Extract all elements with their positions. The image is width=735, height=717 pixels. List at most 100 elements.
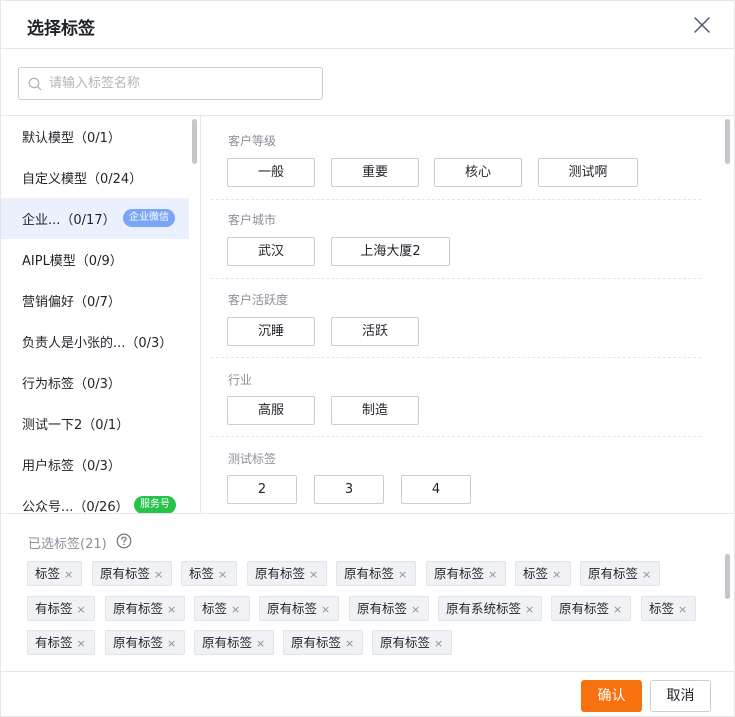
category-label: 默认模型（0/1）: [22, 131, 121, 146]
tag-group-title: 行业: [228, 373, 253, 387]
group-divider: [211, 199, 701, 200]
selected-tag-chip: 有标签 ×: [27, 596, 95, 621]
selected-tag-chip: 原有标签 ×: [551, 596, 631, 621]
remove-chip-icon[interactable]: ×: [434, 632, 443, 655]
category-item[interactable]: AIPL模型（0/9）: [1, 239, 189, 280]
tag-group-title: 客户等级: [228, 134, 277, 148]
remove-chip-icon[interactable]: ×: [552, 563, 561, 586]
category-label: AIPL模型（0/9）: [22, 254, 123, 269]
chip-label: 原有标签: [357, 601, 408, 616]
remove-chip-icon[interactable]: ×: [154, 563, 163, 586]
remove-chip-icon[interactable]: ×: [77, 598, 86, 621]
selected-tag-chip: 原有标签 ×: [580, 561, 660, 586]
tag-option[interactable]: 制造: [331, 396, 419, 425]
search-box: [18, 67, 323, 100]
tag-option[interactable]: 重要: [331, 158, 419, 187]
category-label: 行为标签（0/3）: [22, 377, 121, 392]
remove-chip-icon[interactable]: ×: [167, 598, 176, 621]
close-icon[interactable]: [691, 14, 713, 36]
tag-option[interactable]: 沉睡: [227, 317, 315, 346]
remove-chip-icon[interactable]: ×: [613, 598, 622, 621]
category-label: 企业...（0/17）: [22, 213, 116, 228]
selected-tag-chip: 原有标签 ×: [105, 596, 185, 621]
category-item[interactable]: 公众号...（0/26） 服务号: [1, 485, 189, 513]
category-item-selected[interactable]: 企业...（0/17） 企业微信: [1, 198, 189, 239]
selected-tag-chip: 标签 ×: [194, 596, 250, 621]
category-item[interactable]: 测试一下2（0/1）: [1, 403, 189, 444]
chip-label: 原有标签: [588, 566, 639, 581]
category-label: 自定义模型（0/24）: [22, 172, 143, 187]
category-label: 测试一下2（0/1）: [22, 418, 130, 433]
chip-label: 有标签: [35, 601, 73, 616]
category-item[interactable]: 负责人是小张的...（0/3）: [1, 321, 189, 362]
remove-chip-icon[interactable]: ×: [678, 598, 687, 621]
chip-label: 原有系统标签: [446, 601, 522, 616]
chip-label: 原有标签: [291, 635, 342, 650]
tag-option[interactable]: 高服: [227, 396, 315, 425]
chip-label: 标签: [189, 566, 215, 581]
selected-tag-chip: 原有系统标签 ×: [438, 596, 542, 621]
group-divider: [211, 357, 701, 358]
remove-chip-icon[interactable]: ×: [398, 563, 407, 586]
selected-tag-chip: 原有标签 ×: [194, 630, 274, 655]
chip-label: 有标签: [35, 635, 73, 650]
category-label: 公众号...（0/26）: [22, 500, 129, 513]
chip-label: 原有标签: [255, 566, 306, 581]
remove-chip-icon[interactable]: ×: [525, 598, 534, 621]
tag-option[interactable]: 测试啊: [538, 158, 638, 187]
selected-tag-chip: 原有标签 ×: [247, 561, 327, 586]
tag-option[interactable]: 一般: [227, 158, 315, 187]
remove-chip-icon[interactable]: ×: [77, 632, 86, 655]
chip-label: 原有标签: [100, 566, 151, 581]
help-circle-icon[interactable]: [116, 533, 132, 549]
category-item[interactable]: 营销偏好（0/7）: [1, 280, 189, 321]
chip-label: 原有标签: [344, 566, 395, 581]
category-item[interactable]: 自定义模型（0/24）: [1, 157, 189, 198]
chip-label: 原有标签: [113, 635, 164, 650]
selected-tags-scrollbar[interactable]: [725, 554, 730, 599]
chip-label: 原有标签: [559, 601, 610, 616]
tag-option[interactable]: 核心: [434, 158, 522, 187]
remove-chip-icon[interactable]: ×: [256, 632, 265, 655]
remove-chip-icon[interactable]: ×: [309, 563, 318, 586]
remove-chip-icon[interactable]: ×: [218, 563, 227, 586]
remove-chip-icon[interactable]: ×: [345, 632, 354, 655]
selected-tag-chip: 标签 ×: [27, 561, 82, 586]
remove-chip-icon[interactable]: ×: [231, 598, 240, 621]
chip-label: 标签: [35, 566, 61, 581]
selected-tag-chip: 原有标签 ×: [92, 561, 172, 586]
remove-chip-icon[interactable]: ×: [642, 563, 651, 586]
tag-option[interactable]: 2: [227, 475, 297, 504]
tag-panel-scrollbar[interactable]: [725, 119, 730, 164]
selected-tag-chip: 原有标签 ×: [283, 630, 363, 655]
chip-label: 原有标签: [380, 635, 431, 650]
category-item[interactable]: 行为标签（0/3）: [1, 362, 189, 403]
category-item[interactable]: 默认模型（0/1）: [1, 116, 189, 157]
selected-tag-chip: 原有标签 ×: [372, 630, 452, 655]
remove-chip-icon[interactable]: ×: [321, 598, 330, 621]
search-input[interactable]: [49, 69, 319, 98]
tag-option[interactable]: 上海大厦2: [331, 237, 450, 266]
tag-groups-panel: 客户等级 一般 重要 核心 测试啊 客户城市 武汉 上海大厦2 客户活跃度 沉睡…: [202, 116, 734, 513]
category-list: 默认模型（0/1） 自定义模型（0/24） 企业...（0/17） 企业微信 A…: [1, 116, 201, 513]
remove-chip-icon[interactable]: ×: [167, 632, 176, 655]
category-list-scrollbar[interactable]: [192, 119, 197, 164]
chip-label: 标签: [649, 601, 675, 616]
tag-group-title: 客户活跃度: [228, 293, 289, 307]
confirm-button[interactable]: 确认: [581, 680, 642, 712]
cancel-button[interactable]: 取消: [650, 680, 711, 712]
remove-chip-icon[interactable]: ×: [411, 598, 420, 621]
tag-option[interactable]: 武汉: [227, 237, 315, 266]
tag-option[interactable]: 4: [401, 475, 471, 504]
chip-label: 标签: [523, 566, 549, 581]
divider: [1, 671, 734, 672]
selected-tag-chip: 标签 ×: [641, 596, 696, 621]
dialog-title: 选择标签: [27, 19, 95, 39]
remove-chip-icon[interactable]: ×: [488, 563, 497, 586]
selected-tag-chip: 标签 ×: [181, 561, 237, 586]
tag-option[interactable]: 活跃: [331, 317, 419, 346]
tag-option[interactable]: 3: [314, 475, 384, 504]
category-item[interactable]: 用户标签（0/3）: [1, 444, 189, 485]
group-divider: [211, 436, 701, 437]
remove-chip-icon[interactable]: ×: [64, 563, 73, 586]
